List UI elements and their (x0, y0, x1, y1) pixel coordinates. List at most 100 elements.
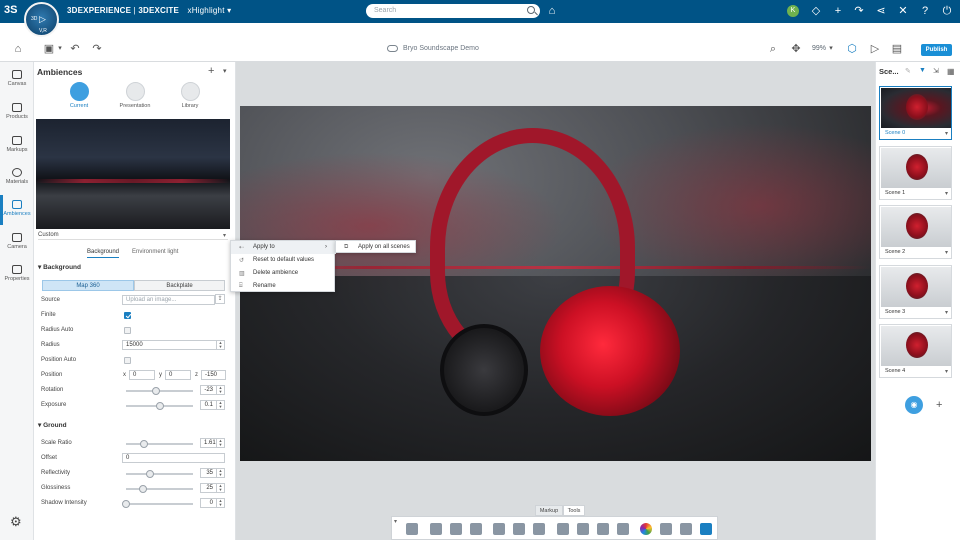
search-input[interactable]: Search (366, 4, 540, 18)
offset-field[interactable]: 0 (122, 453, 225, 463)
scene-menu-chevron-icon[interactable]: ▾ (945, 368, 948, 375)
rotation-slider[interactable] (126, 387, 193, 395)
tab-environment-light[interactable]: Environment light (132, 249, 178, 255)
compass-play-icon[interactable]: ▷ (39, 14, 46, 25)
position-y-field[interactable]: 0 (165, 370, 191, 380)
finite-checkbox[interactable] (124, 312, 131, 319)
radius-field[interactable]: 15000 (122, 340, 217, 350)
glossiness-slider[interactable] (126, 485, 193, 493)
rail-item-products[interactable]: Products (0, 99, 34, 129)
glossiness-field[interactable]: 25 (200, 483, 217, 493)
scene-card[interactable]: Scene 3 ▾ (879, 265, 952, 319)
snapshot-tool-icon[interactable] (430, 523, 442, 535)
shadow-intensity-field[interactable]: 0 (200, 498, 217, 508)
cluster-tool-icon[interactable] (617, 523, 629, 535)
slider-handle[interactable] (140, 440, 148, 448)
add-icon[interactable]: + (831, 4, 845, 18)
sort-icon[interactable]: ⇲ (933, 67, 939, 75)
mode-presentation[interactable]: Presentation (117, 82, 153, 109)
position-auto-checkbox[interactable] (124, 357, 131, 364)
filter-icon[interactable]: ▼ (919, 67, 926, 74)
slider-handle[interactable] (122, 500, 130, 508)
reflectivity-slider[interactable] (126, 470, 193, 478)
home-icon[interactable]: ⌂ (11, 42, 25, 56)
tab-background[interactable]: Background (87, 249, 120, 258)
mode-library[interactable]: Library (172, 82, 208, 109)
zoom-dropdown-icon[interactable]: ▾ (824, 42, 838, 56)
tools-icon[interactable]: ✕ (896, 4, 910, 18)
target-tool-icon[interactable] (533, 523, 545, 535)
zoom-tool-icon[interactable] (406, 523, 418, 535)
rail-item-markups[interactable]: Markups (0, 132, 34, 162)
source-input[interactable]: Upload an image... (122, 295, 215, 305)
add-ambience-icon[interactable]: + (208, 65, 214, 77)
exposure-slider[interactable] (126, 402, 193, 410)
position-z-field[interactable]: -150 (201, 370, 226, 380)
preset-chevron-down-icon[interactable]: ▾ (223, 232, 226, 239)
slider-handle[interactable] (156, 402, 164, 410)
scale-ratio-stepper[interactable]: ▲ ▼ (217, 438, 225, 448)
slider-handle[interactable] (146, 470, 154, 478)
search-icon[interactable] (527, 6, 535, 14)
help-icon[interactable]: ? (918, 4, 932, 18)
explode-tool-icon[interactable] (597, 523, 609, 535)
pyramid-tool-icon[interactable] (450, 523, 462, 535)
paint-tool-icon[interactable] (680, 523, 692, 535)
tab-tools[interactable]: Tools (563, 505, 585, 516)
headphone-left-cup[interactable] (440, 324, 528, 416)
replace-tool-icon[interactable] (660, 523, 672, 535)
zoom-search-icon[interactable]: ⌕ (766, 42, 780, 56)
menu-item-delete[interactable]: ▥ Delete ambience (231, 267, 336, 280)
position-x-field[interactable]: 0 (129, 370, 155, 380)
menu-item-rename[interactable]: ⌸ Rename (231, 280, 336, 293)
rail-item-camera[interactable]: Camera (0, 229, 34, 259)
glossiness-stepper[interactable]: ▲ ▼ (217, 483, 225, 493)
compass-widget[interactable]: 3D ▷ V,R (24, 2, 59, 37)
scene-menu-chevron-icon[interactable]: ▾ (945, 190, 948, 197)
user-avatar[interactable]: K (787, 5, 799, 17)
scene-menu-chevron-icon[interactable]: ▾ (945, 309, 948, 316)
undo-icon[interactable]: ↶ (68, 42, 82, 56)
menu-item-reset[interactable]: ↺ Reset to default values (231, 254, 336, 267)
rail-item-ambiences[interactable]: Ambiences (0, 196, 34, 226)
radius-auto-checkbox[interactable] (124, 327, 131, 334)
publish-button[interactable]: Publish (921, 44, 952, 56)
scene-card[interactable]: Scene 2 ▾ (879, 205, 952, 259)
save-dropdown-icon[interactable]: ▾ (53, 42, 67, 56)
exposure-stepper[interactable]: ▲ ▼ (217, 400, 225, 410)
shadow-intensity-stepper[interactable]: ▲ ▼ (217, 498, 225, 508)
share-icon[interactable]: ◇ (809, 4, 823, 18)
rail-item-properties[interactable]: Properties (0, 261, 34, 291)
scene-menu-chevron-icon[interactable]: ▾ (945, 249, 948, 256)
app-name[interactable]: xHighlight (188, 6, 225, 15)
scene-card[interactable]: Scene 1 ▾ (879, 146, 952, 200)
fit-view-icon[interactable]: ✥ (789, 42, 803, 56)
image-icon[interactable]: ▤ (890, 42, 904, 56)
reflectivity-stepper[interactable]: ▲ ▼ (217, 468, 225, 478)
slider-handle[interactable] (152, 387, 160, 395)
tag-icon[interactable]: ⌂ (545, 4, 559, 18)
grid-view-icon[interactable]: ▦ (947, 67, 955, 76)
edit-icon[interactable]: ✎ (905, 67, 911, 75)
panel-chevron-down-icon[interactable]: ▾ (223, 67, 227, 75)
cube-view-icon[interactable]: ⬡ (845, 42, 859, 56)
section-tool-icon[interactable] (470, 523, 482, 535)
collapse-chevron-icon[interactable]: ▾ (394, 518, 397, 525)
rail-item-canvas[interactable]: Canvas (0, 66, 34, 96)
redo-icon[interactable]: ↷ (90, 42, 104, 56)
rail-item-materials[interactable]: Materials (0, 164, 34, 194)
tab-markup[interactable]: Markup (535, 505, 563, 516)
mode-current[interactable]: Current (61, 82, 97, 109)
ground-section-header[interactable]: ▾ Ground (38, 421, 67, 429)
scale-ratio-field[interactable]: 1.61 (200, 438, 217, 448)
menu-item-apply-to[interactable]: ⇠ Apply to › (231, 241, 336, 254)
upload-icon[interactable]: ⇪ (215, 294, 225, 304)
preset-select[interactable]: Custom ▾ (38, 232, 228, 240)
headphone-right-cup[interactable] (540, 286, 680, 416)
background-section-header[interactable]: ▾ Background (38, 263, 81, 271)
color-wheel-icon[interactable] (640, 523, 652, 535)
reflectivity-field[interactable]: 35 (200, 468, 217, 478)
compare-tool-icon[interactable] (700, 523, 712, 535)
scene-card[interactable]: Scene 4 ▾ (879, 324, 952, 378)
rotation-field[interactable]: -23 (200, 385, 217, 395)
